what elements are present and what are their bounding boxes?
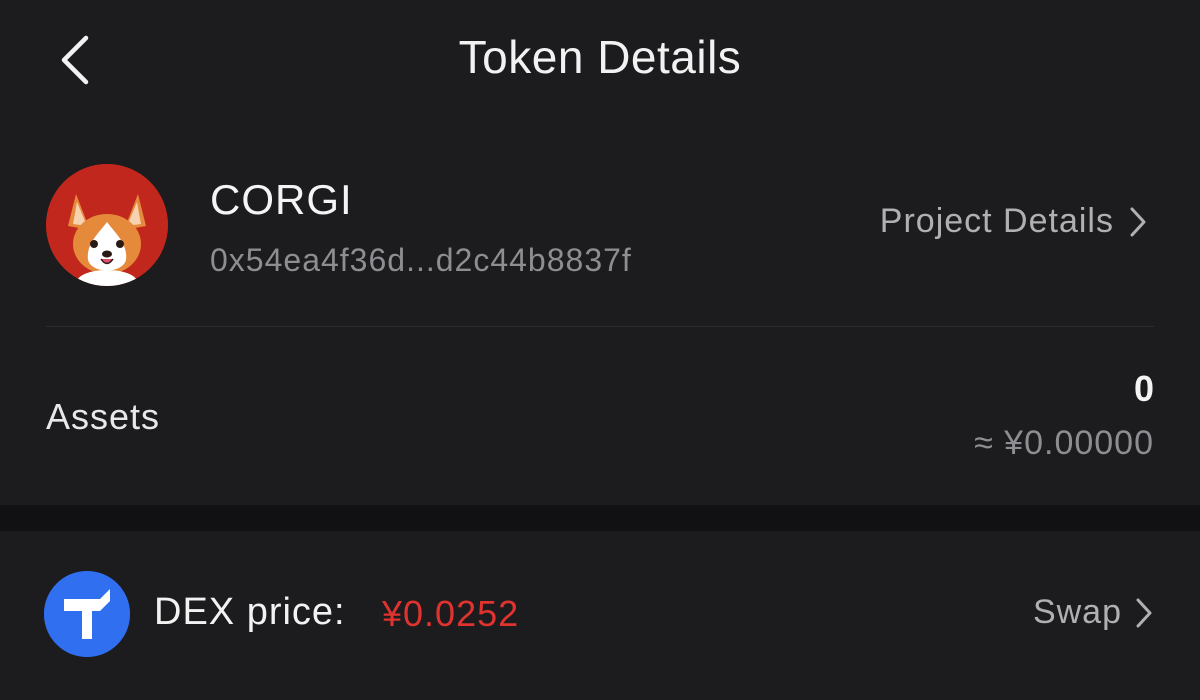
assets-row: Assets 0 ≈ ¥0.00000 [0,330,1200,505]
swap-link[interactable]: Swap [1033,593,1154,632]
project-details-label: Project Details [879,202,1114,240]
dex-price-label: DEX price: [154,591,346,633]
header: Token Details [0,0,1200,120]
dex-price-row: DEX price: ¥0.0252 Swap [0,531,1200,700]
assets-fiat-value: ≈ ¥0.00000 [974,424,1154,462]
token-info-row: CORGI 0x54ea4f36d...d2c44b8837f Project … [0,150,1200,320]
corgi-avatar-icon [46,164,168,286]
assets-amount: 0 [1133,368,1154,409]
token-contract-address[interactable]: 0x54ea4f36d...d2c44b8837f [210,242,632,279]
chevron-right-icon [1130,207,1146,236]
token-symbol: CORGI [210,176,353,223]
page-title: Token Details [458,31,742,83]
section-separator [0,505,1200,531]
assets-label: Assets [46,396,161,437]
chevron-right-icon [1136,598,1152,627]
dex-price-value: ¥0.0252 [382,593,520,634]
token-details-screen: Token Details CORGI 0x54ea4f36d...d2c44b… [0,0,1200,700]
dex-logo-icon [44,571,130,657]
project-details-link[interactable]: Project Details [880,202,1148,241]
divider [46,326,1154,327]
swap-label: Swap [1032,593,1122,631]
